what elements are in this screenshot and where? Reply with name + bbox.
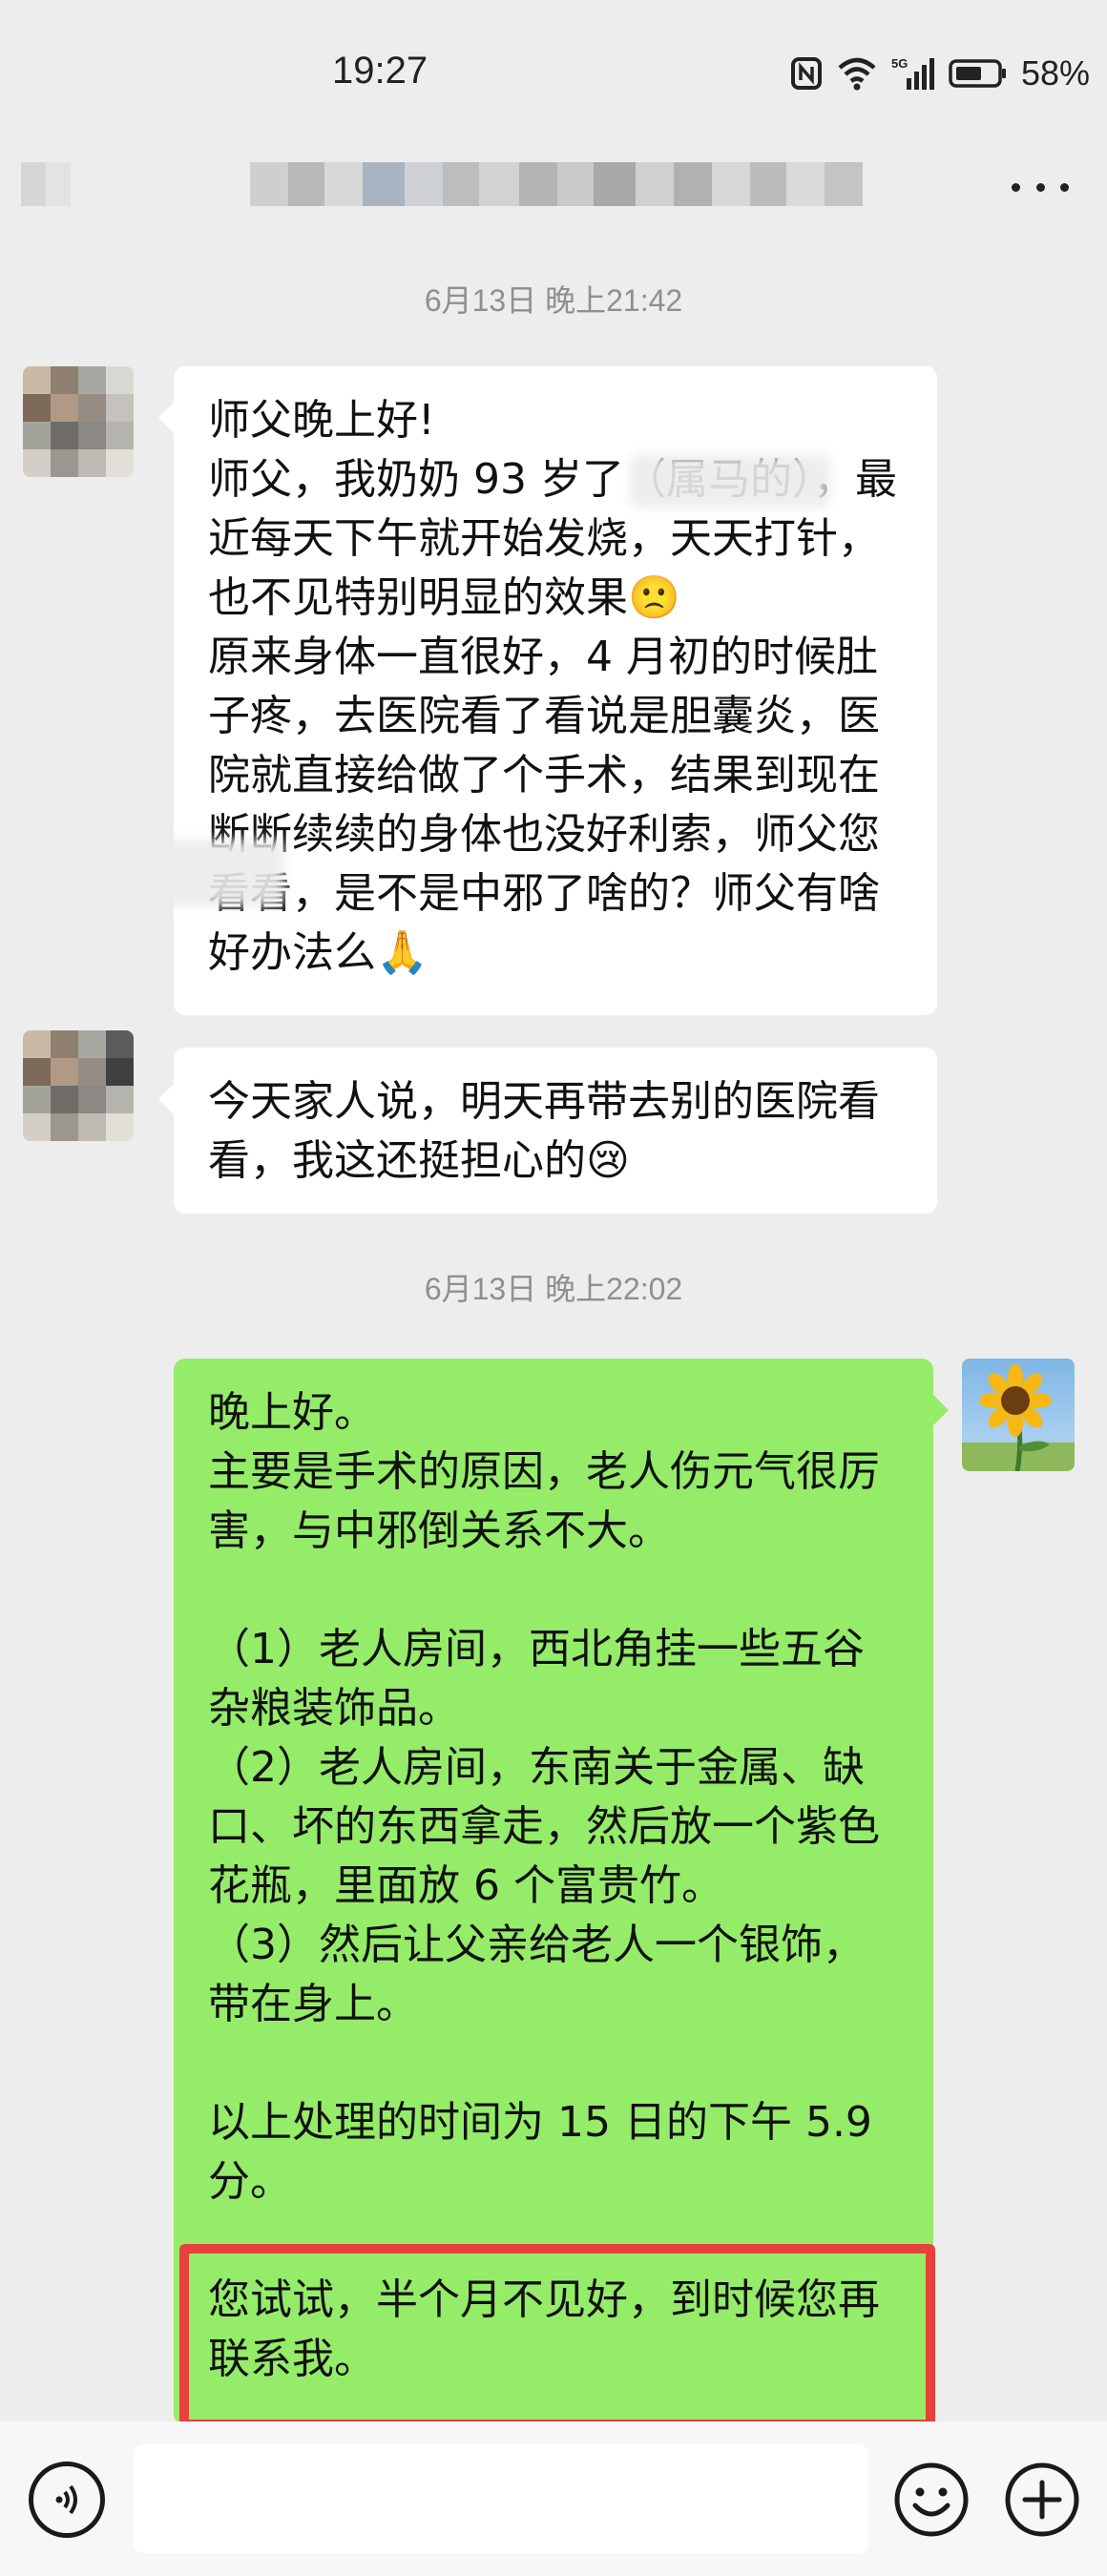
wifi-icon	[838, 57, 876, 91]
nfc-icon	[790, 57, 822, 90]
status-bar: 19:27 5G 58%	[0, 0, 1107, 153]
incoming-message[interactable]: 今天家人说，明天再带去别的医院看看，我这还挺担心的😢	[158, 1048, 937, 1214]
plus-icon[interactable]	[1002, 2460, 1082, 2540]
highlight-annotation	[179, 2244, 935, 2429]
bottom-safe-area	[0, 2566, 1107, 2576]
voice-icon[interactable]	[29, 2462, 105, 2538]
timestamp: 6月13日 晚上21:42	[424, 283, 683, 318]
signal-5g-icon: 5G	[891, 56, 934, 90]
message-input[interactable]	[134, 2444, 868, 2553]
redaction-blur	[160, 840, 284, 906]
timestamp: 6月13日 晚上22:02	[424, 1272, 683, 1306]
battery-icon	[949, 59, 1006, 88]
avatar[interactable]	[23, 1030, 134, 1141]
battery-percent: 58%	[1020, 53, 1090, 93]
avatar[interactable]	[23, 366, 134, 477]
contact-name-blurred	[250, 162, 863, 206]
self-avatar[interactable]	[962, 1359, 1075, 1471]
svg-text:5G: 5G	[891, 56, 908, 71]
emoji-icon[interactable]	[891, 2460, 971, 2540]
sunflower-icon	[962, 1364, 1075, 1471]
status-icons: 5G 58%	[790, 50, 1090, 97]
back-button-blurred[interactable]	[21, 162, 71, 206]
redaction-blur	[630, 454, 830, 508]
status-time: 19:27	[332, 50, 428, 92]
more-horizontal-icon[interactable]	[1012, 177, 1069, 197]
